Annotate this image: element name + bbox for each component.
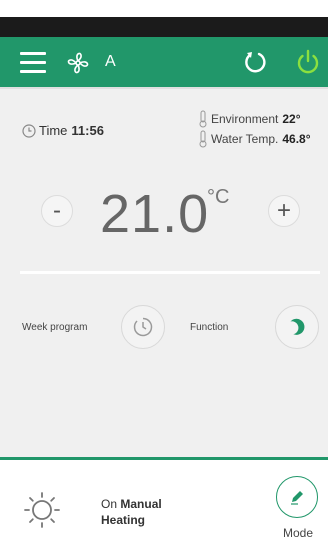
time-label: Time	[39, 123, 68, 138]
pencil-icon	[287, 487, 307, 507]
water-temp-label: Water Temp.	[211, 132, 279, 146]
operating-state: On Manual Heating	[101, 496, 162, 528]
footer: On Manual Heating Mode	[0, 460, 328, 552]
state-mode: Manual	[120, 497, 162, 511]
function-label: Function	[190, 322, 229, 333]
setpoint-unit: °C	[207, 186, 230, 208]
time-value: 11:56	[71, 123, 104, 138]
fan-mode-label: A	[105, 53, 116, 70]
power-icon[interactable]	[294, 48, 322, 76]
clock-icon	[22, 123, 39, 138]
plus-icon: +	[276, 197, 291, 224]
fan-icon[interactable]	[64, 49, 92, 77]
environment-value: 22°	[282, 112, 301, 126]
time-display: Time 11:56	[22, 123, 104, 138]
status-bar-top	[0, 0, 328, 17]
setpoint-value: 21.0	[100, 184, 210, 244]
state-action: Heating	[101, 513, 146, 527]
function-button[interactable]	[275, 305, 319, 349]
increase-temp-button[interactable]: +	[268, 195, 300, 227]
moon-icon	[286, 316, 308, 338]
minus-icon: -	[53, 197, 61, 224]
mode-label: Mode	[283, 526, 314, 540]
state-prefix: On	[101, 497, 118, 511]
environment-label: Environment	[211, 112, 279, 126]
week-program-label: Week program	[22, 322, 88, 333]
status-bar	[0, 17, 328, 37]
divider	[20, 271, 320, 274]
environment-row: Environment 22°	[198, 109, 311, 129]
thermometer-icon	[198, 110, 211, 128]
environment-readings: Environment 22° Water Temp. 46.8°	[198, 109, 311, 149]
app-bar: A	[0, 37, 328, 87]
decrease-temp-button[interactable]: -	[41, 195, 73, 227]
schedule-icon	[131, 315, 155, 339]
setpoint-row: - 21.0 °C +	[0, 184, 328, 247]
thermostat-panel: Time 11:56 Environment 22° Water Temp. 4…	[0, 87, 328, 459]
water-temp-row: Water Temp. 46.8°	[198, 129, 311, 149]
thermometer-icon	[198, 130, 211, 148]
water-temp-value: 46.8°	[282, 132, 311, 146]
week-program-button[interactable]	[121, 305, 165, 349]
mode-button[interactable]	[276, 476, 318, 518]
menu-icon[interactable]	[20, 51, 46, 73]
refresh-icon[interactable]	[241, 48, 269, 76]
sun-icon	[22, 490, 62, 530]
